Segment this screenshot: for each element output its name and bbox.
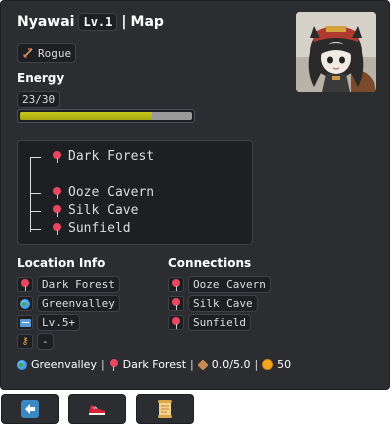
connections-title: Connections — [168, 256, 252, 270]
key-row: ⚷ - — [17, 333, 54, 350]
package-icon — [197, 358, 209, 371]
energy-label: Energy — [17, 71, 65, 85]
connection-label: Sunfield — [188, 314, 251, 331]
energy-bar — [17, 109, 195, 123]
map-tree: Dark Forest Ooze Cavern Silk Cave Sunfie… — [17, 140, 253, 245]
location-name: Dark Forest — [37, 276, 120, 293]
character-name: Nyawai — [17, 14, 75, 30]
globe-icon — [17, 359, 27, 370]
level-req-row: Lv.5+ — [17, 314, 81, 331]
connection-label: Ooze Cavern — [188, 276, 271, 293]
quests-button[interactable] — [136, 394, 194, 424]
coin-icon — [262, 359, 274, 370]
class-label: Rogue — [38, 46, 72, 60]
map-node-label: Dark Forest — [68, 149, 155, 164]
class-badge: Rogue — [17, 43, 77, 63]
dagger-icon — [23, 48, 33, 58]
level-requirement: Lv.5+ — [37, 314, 81, 331]
footer-weight: 0.0/5.0 — [211, 358, 251, 371]
scroll-icon — [158, 400, 172, 418]
pin-icon — [109, 358, 119, 371]
region-name: Greenvalley — [37, 295, 120, 312]
pin-icon — [52, 222, 62, 235]
footer-separator: | — [100, 358, 105, 371]
pin-icon — [168, 296, 184, 311]
travel-button[interactable] — [68, 394, 126, 424]
pin-icon — [52, 150, 62, 163]
location-info-title: Location Info — [17, 256, 106, 270]
section-name: Map — [130, 14, 164, 30]
footer-separator: | — [254, 358, 259, 371]
key-requirement: - — [37, 333, 54, 350]
footer-location: Dark Forest — [122, 358, 187, 371]
pin-icon — [168, 277, 184, 292]
level-badge: Lv.1 — [78, 13, 118, 31]
location-name-row: Dark Forest — [17, 276, 120, 293]
pin-icon — [168, 315, 184, 330]
title-separator: | — [121, 14, 127, 30]
id-card-icon — [17, 315, 33, 330]
pin-icon — [52, 186, 62, 199]
character-avatar — [296, 12, 376, 92]
energy-value: 23/30 — [17, 91, 61, 108]
energy-track — [20, 112, 192, 120]
status-footer: Greenvalley | Dark Forest | 0.0/5.0 | 50 — [17, 358, 291, 371]
pin-icon — [52, 204, 62, 217]
footer-region: Greenvalley — [31, 358, 97, 371]
map-node-child[interactable]: Ooze Cavern — [52, 185, 154, 200]
connection-item[interactable]: Silk Cave — [168, 295, 258, 312]
connection-item[interactable]: Ooze Cavern — [168, 276, 271, 293]
left-arrow-icon — [21, 400, 39, 418]
map-node-child[interactable]: Sunfield — [52, 221, 131, 236]
back-button[interactable] — [1, 394, 59, 424]
connection-label: Silk Cave — [188, 295, 258, 312]
globe-icon — [17, 296, 33, 311]
embed-panel: Nyawai Lv.1 | Map Rogue Energy 23/30 Dar… — [0, 0, 390, 390]
region-row: Greenvalley — [17, 295, 120, 312]
running-shoe-icon — [89, 405, 106, 415]
key-icon: ⚷ — [17, 334, 33, 349]
footer-separator: | — [190, 358, 194, 371]
connection-item[interactable]: Sunfield — [168, 314, 251, 331]
footer-gold: 50 — [277, 358, 292, 371]
map-node-current[interactable]: Dark Forest — [52, 149, 154, 164]
map-node-label: Ooze Cavern — [68, 185, 155, 200]
map-node-label: Silk Cave — [68, 203, 139, 218]
energy-fill — [20, 112, 152, 120]
map-node-child[interactable]: Silk Cave — [52, 203, 138, 218]
location-pin-icon — [17, 277, 33, 292]
map-node-label: Sunfield — [68, 221, 131, 236]
page-title: Nyawai Lv.1 | Map — [17, 13, 164, 31]
